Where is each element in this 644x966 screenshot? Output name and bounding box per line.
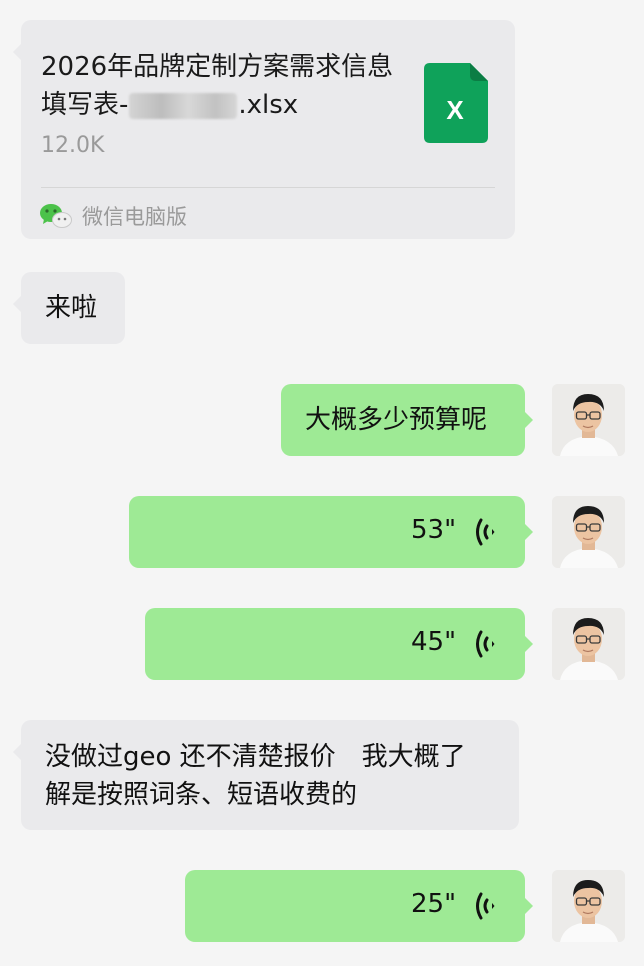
avatar-portrait [552, 870, 625, 942]
voice-wave-icon [476, 630, 495, 658]
avatar[interactable] [552, 496, 625, 568]
file-name-suffix: .xlsx [238, 90, 299, 120]
avatar-portrait [552, 608, 625, 680]
voice-duration: 53" [411, 515, 457, 545]
avatar[interactable] [552, 870, 625, 942]
voice-wave-icon [476, 892, 495, 920]
outgoing-message[interactable]: 大概多少预算呢 [281, 384, 533, 456]
file-message-card[interactable]: 2026年品牌定制方案需求信息填写表- .xlsx 12.0K X 微信电脑版 [13, 20, 515, 239]
avatar-portrait [552, 384, 625, 456]
excel-icon-letter: X [446, 95, 464, 125]
incoming-message[interactable]: 没做过geo 还不清楚报价 我大概了 解是按照词条、短语收费的 [13, 720, 519, 830]
source-label: 微信电脑版 [82, 205, 187, 229]
file-name: 2026年品牌定制方案需求信息填写表- .xlsx [41, 48, 401, 124]
chat-window: 2026年品牌定制方案需求信息填写表- .xlsx 12.0K X 微信电脑版 来… [0, 0, 644, 966]
voice-duration: 45" [411, 627, 457, 657]
card-divider [41, 187, 495, 188]
file-size: 12.0K [41, 133, 105, 158]
message-text-line: 没做过geo 还不清楚报价 我大概了 [45, 742, 466, 772]
message-text-line: 解是按照词条、短语收费的 [45, 780, 358, 810]
voice-duration: 25" [411, 889, 457, 919]
excel-file-icon: X [424, 63, 488, 143]
wechat-icon [40, 204, 72, 228]
avatar[interactable] [552, 608, 625, 680]
incoming-message[interactable]: 来啦 [13, 272, 125, 344]
avatar-portrait [552, 496, 625, 568]
redacted-text [129, 92, 238, 119]
voice-message[interactable]: 25" [185, 870, 533, 942]
message-text: 大概多少预算呢 [305, 405, 488, 435]
voice-wave-icon [476, 518, 495, 546]
avatar[interactable] [552, 384, 625, 456]
voice-message[interactable]: 53" [129, 496, 533, 568]
message-text: 来啦 [45, 293, 98, 323]
voice-message[interactable]: 45" [145, 608, 533, 680]
